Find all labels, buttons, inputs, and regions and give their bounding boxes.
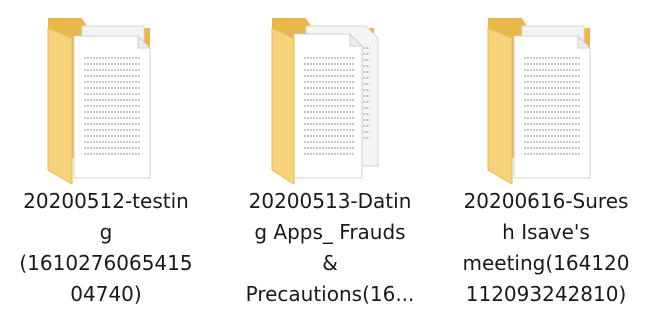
folder-item[interactable]: 20200513-Datin g Apps_ Frauds & Precauti… — [230, 0, 430, 325]
folder-grid: 20200512-testin g (1610276065415 04740) — [0, 0, 666, 325]
folder-name-line: & — [322, 251, 338, 275]
folder-name-line: (1610276065415 — [19, 251, 193, 275]
folder-name: 20200512-testin g (1610276065415 04740) — [6, 186, 206, 310]
folder-name-line: g Apps_ Frauds — [254, 220, 406, 244]
folder-name-line: 20200616-Sures — [463, 189, 629, 213]
folder-name-line: h Isave's — [502, 220, 590, 244]
folder-name-line: Precautions(16... — [245, 282, 415, 306]
folder-with-documents-icon — [42, 8, 162, 184]
folder-name: 20200616-Sures h Isave's meeting(164120 … — [446, 186, 646, 310]
folder-name-line: meeting(164120 — [462, 251, 630, 275]
folder-name-line: g — [99, 220, 113, 244]
folder-with-documents-icon — [482, 8, 602, 184]
folder-with-documents-icon — [266, 8, 386, 184]
folder-item[interactable]: 20200512-testin g (1610276065415 04740) — [6, 0, 206, 325]
folder-name-line: 04740) — [70, 282, 142, 306]
folder-name: 20200513-Datin g Apps_ Frauds & Precauti… — [230, 186, 430, 310]
folder-name-line: 20200513-Datin — [248, 189, 412, 213]
folder-name-line: 112093242810) — [465, 282, 627, 306]
folder-name-line: 20200512-testin — [23, 189, 189, 213]
folder-item[interactable]: 20200616-Sures h Isave's meeting(164120 … — [446, 0, 646, 325]
